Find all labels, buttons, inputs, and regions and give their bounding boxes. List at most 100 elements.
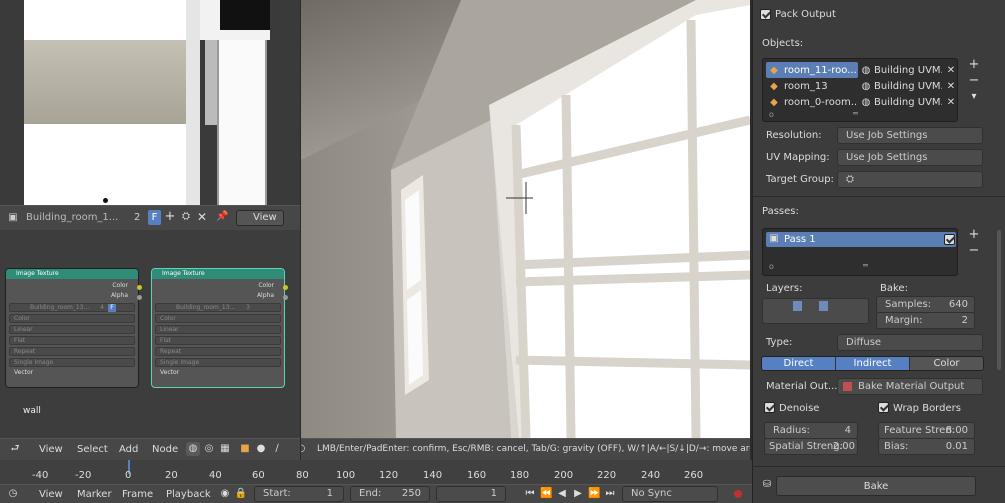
list-item[interactable]: ▣ Pass 1 [766,232,956,247]
color-socket[interactable] [137,285,142,290]
play-reverse-icon[interactable]: ◀ [556,487,568,501]
start-frame-field[interactable]: Start: 1 [254,486,344,502]
alpha-socket[interactable] [283,295,288,300]
next-keyframe-icon[interactable]: ⏩ [588,487,600,501]
add-pass-icon[interactable]: + [968,228,980,242]
node-image-field[interactable]: Building_room_13... 4 F [9,303,135,312]
timeline-ruler[interactable]: -40 -20 0 20 40 60 80 100 120 140 160 18… [0,460,752,484]
fake-user-button[interactable]: F [148,210,161,225]
node-color-space[interactable]: Color [9,314,135,323]
sphere-icon[interactable]: ● [254,442,268,456]
layer-active[interactable] [793,301,802,311]
target-group-field[interactable]: ⛭ [837,171,983,188]
editor-type-icon[interactable]: ◷ [6,487,20,501]
objects-list[interactable]: ◆ room_11-roo... ◍ Building UVM... ✕ ◆ r… [762,58,958,122]
list-item[interactable]: ◆ room_11-roo... ◍ Building UVM... ✕ [768,64,958,78]
close-icon[interactable]: ✕ [196,210,208,224]
menu-view[interactable]: View [39,444,63,455]
list-filter-icon[interactable]: o [769,262,774,271]
new-image-icon[interactable]: + [164,210,176,224]
node-projection[interactable]: Flat [155,336,281,345]
wrap-borders-checkbox[interactable] [878,402,889,416]
node-projection[interactable]: Flat [9,336,135,345]
view-menu[interactable]: View [236,210,284,226]
pack-output-checkbox[interactable] [760,9,771,23]
object-icon[interactable]: ■ [238,442,252,456]
shader-icon[interactable]: ◍ [186,442,200,456]
remove-pass-icon[interactable]: − [968,244,980,258]
pass-enabled-checkbox[interactable] [944,234,955,248]
3d-viewport[interactable] [301,0,750,438]
image-texture-node-2[interactable]: Image Texture Color Alpha Building_room_… [151,268,285,388]
feature-strength-field[interactable]: Feature Stren: 8.00 [878,422,975,439]
node-editor[interactable]: Image Texture Color Alpha Building_room_… [0,230,300,438]
node-color-space[interactable]: Color [155,314,281,323]
play-icon[interactable]: ▶ [572,487,584,501]
node-extension[interactable]: Repeat [9,347,135,356]
image-name[interactable]: Building_room_1... [26,212,122,223]
tab-color[interactable]: Color [909,357,983,370]
object-name[interactable]: room_0-room... [784,97,858,108]
current-frame-field[interactable]: 1 [436,486,506,502]
world-icon[interactable]: ◎ [202,442,216,456]
bake-button[interactable]: Bake [776,476,976,496]
remove-icon[interactable]: ✕ [946,64,956,78]
image-texture-node-1[interactable]: Image Texture Color Alpha Building_room_… [5,268,139,388]
add-object-icon[interactable]: + [968,58,980,72]
type-select[interactable]: Diffuse [837,334,983,351]
timeline[interactable]: -40 -20 0 20 40 60 80 100 120 140 160 18… [0,460,752,503]
remove-object-icon[interactable]: − [968,74,980,88]
tab-indirect[interactable]: Indirect [835,357,909,370]
menu-view[interactable]: View [39,489,63,500]
list-resize-handle[interactable]: ═ [853,109,858,118]
resolution-select[interactable]: Use Job Settings [837,127,983,144]
remove-icon[interactable]: ✕ [946,80,956,94]
tab-direct[interactable]: Direct [762,357,835,370]
radius-field[interactable]: Radius: 4 [764,422,858,439]
node-image-field[interactable]: Building_room_13... 3 [155,303,281,312]
uv-mapping-select[interactable]: Use Job Settings [837,149,983,166]
texture-icon[interactable]: ▦ [218,442,232,456]
brush-icon[interactable]: ∕ [270,442,284,456]
node-interpolation[interactable]: Linear [9,325,135,334]
object-material[interactable]: Building UVM... [874,65,942,76]
record-button-icon[interactable] [734,490,742,498]
image-icon[interactable]: ▣ [6,211,20,225]
spatial-strength-field[interactable]: Spatial Streng: 2.00 [764,438,858,455]
object-material[interactable]: Building UVM... [874,81,942,92]
prev-keyframe-icon[interactable]: ⏪ [540,487,552,501]
object-name[interactable]: room_13 [784,81,858,92]
alpha-socket[interactable] [137,295,142,300]
node-interpolation[interactable]: Linear [155,325,281,334]
color-socket[interactable] [283,285,288,290]
menu-playback[interactable]: Playback [166,489,211,500]
material-output-field[interactable]: Bake Material Output [837,378,983,395]
pass-name[interactable]: Pass 1 [784,234,816,245]
node-extension[interactable]: Repeat [155,347,281,356]
menu-frame[interactable]: Frame [122,489,153,500]
layer-active[interactable] [819,301,828,311]
record-icon[interactable]: ◉ [218,487,232,501]
node-source[interactable]: Single Image [155,358,281,367]
samples-field[interactable]: Samples: 640 [876,296,975,313]
sync-select[interactable]: No Sync [622,486,718,502]
menu-marker[interactable]: Marker [77,489,112,500]
jump-end-icon[interactable]: ⏭ [604,487,616,501]
object-name[interactable]: room_11-roo... [784,65,858,76]
image-editor-canvas[interactable] [0,0,300,205]
jump-start-icon[interactable]: ⏮ [524,487,536,501]
list-menu-icon[interactable]: ▾ [968,90,980,104]
editor-type-icon[interactable]: ⮐ [6,442,24,456]
passes-list[interactable]: ▣ Pass 1 o ═ [762,228,958,276]
bias-field[interactable]: Bias: 0.01 [878,438,975,455]
end-frame-field[interactable]: End: 250 [350,486,430,502]
menu-node[interactable]: Node [152,444,178,455]
denoise-checkbox[interactable] [764,402,775,416]
list-filter-icon[interactable]: o [769,110,774,119]
remove-icon[interactable]: ✕ [946,96,956,110]
menu-select[interactable]: Select [77,444,108,455]
pin-icon[interactable]: 📌 [216,210,228,224]
list-resize-handle[interactable]: ═ [863,261,868,270]
menu-add[interactable]: Add [119,444,138,455]
list-item[interactable]: ◆ room_0-room... ◍ Building UVM... ✕ [768,96,958,110]
